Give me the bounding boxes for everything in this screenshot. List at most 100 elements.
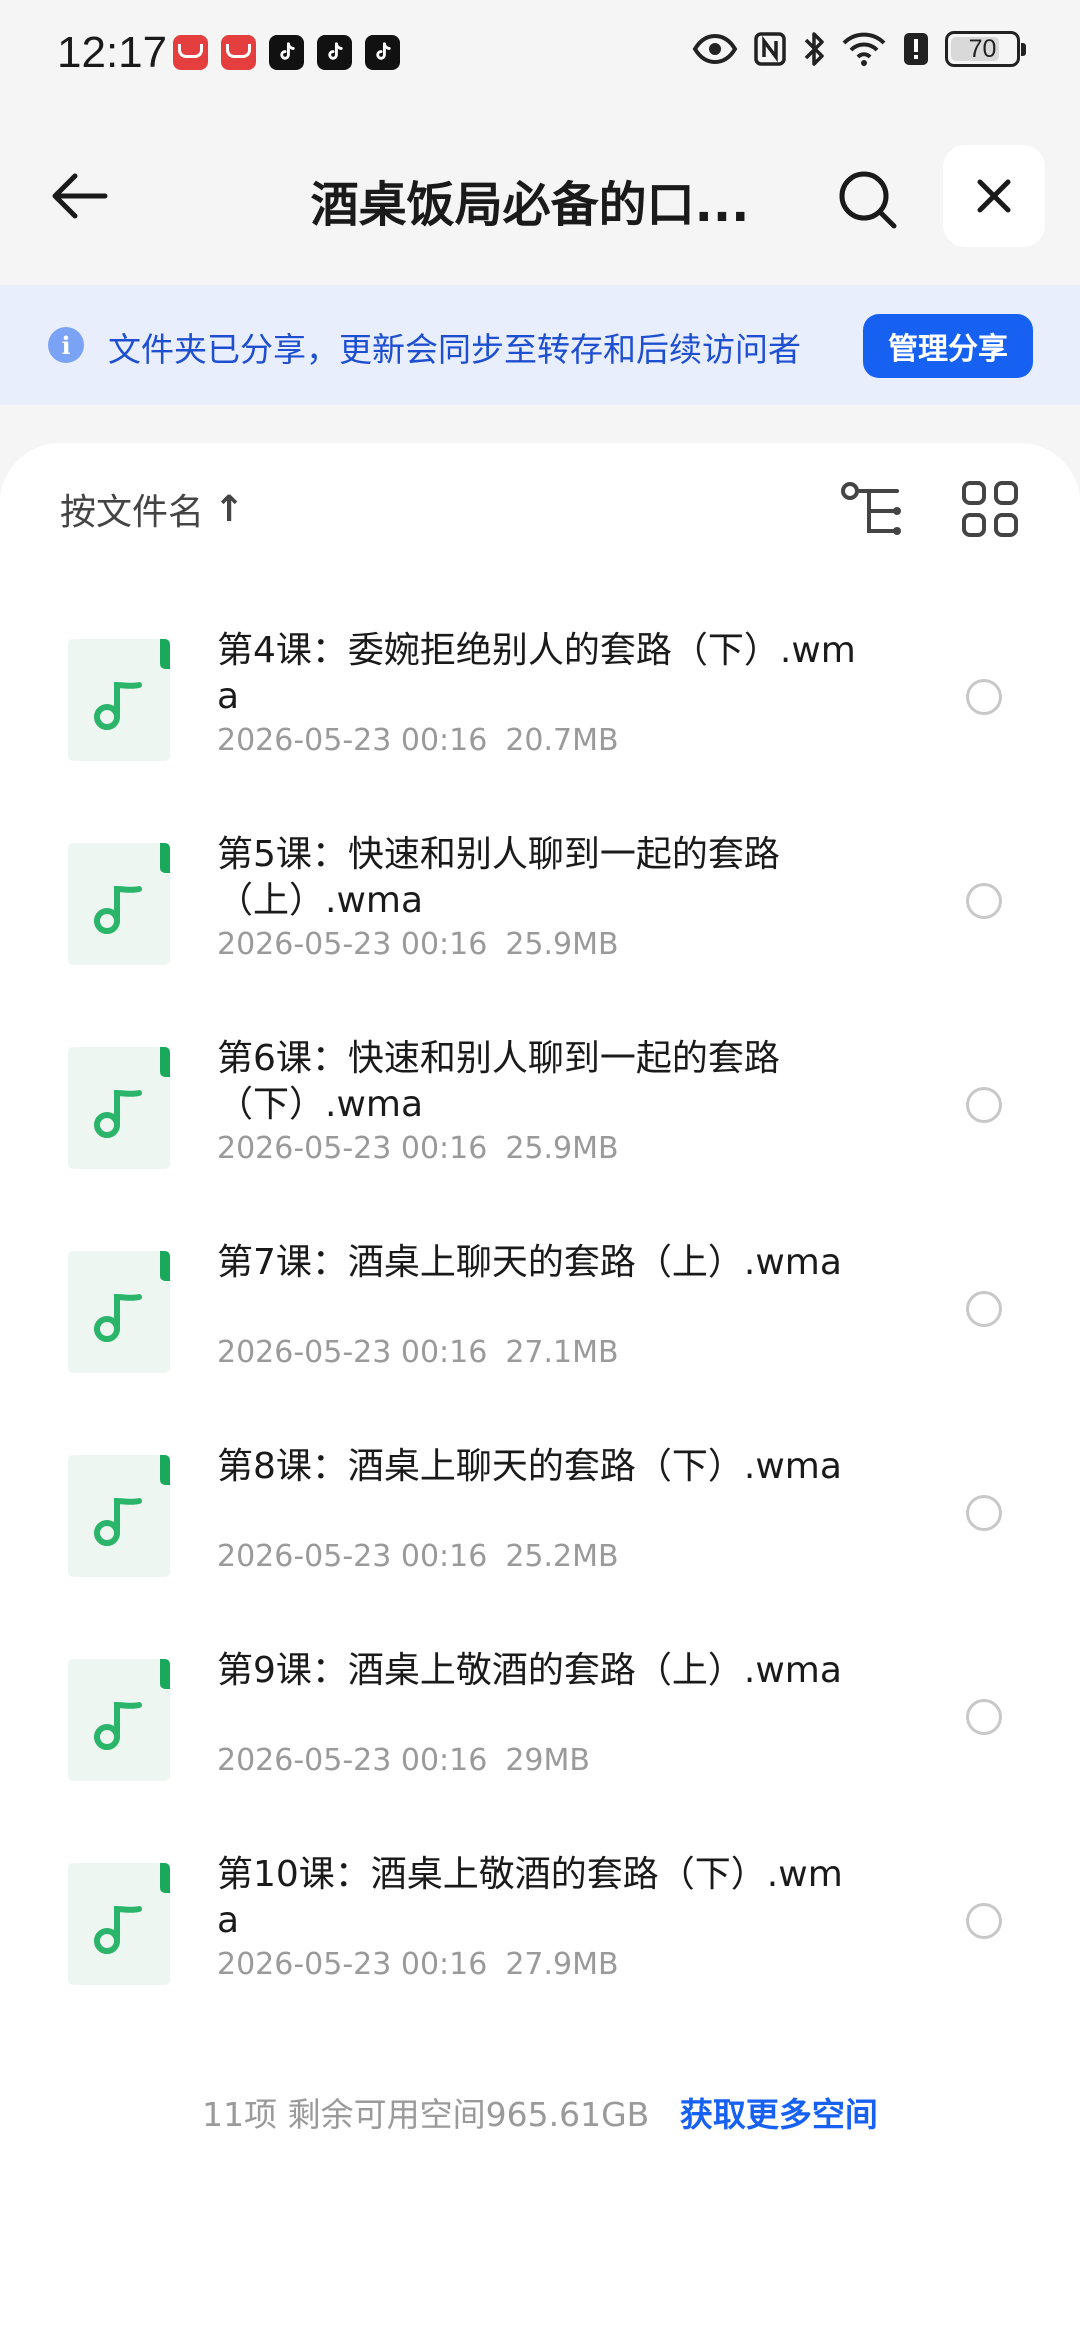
- file-row[interactable]: 第8课：酒桌上聊天的套路（下）.wma 2026-05-23 00:16 25.2M…: [0, 1426, 1080, 1630]
- file-row[interactable]: 第5课：快速和别人聊到一起的套路（上）.wma 2026-05-23 00:16 2…: [0, 814, 1080, 1018]
- file-name: 第5课：快速和别人聊到一起的套路（上）.wma: [217, 834, 780, 921]
- grid-view-button[interactable]: [962, 481, 1018, 537]
- file-size: 25.9MB: [505, 927, 619, 962]
- select-radio[interactable]: [966, 1699, 1002, 1735]
- file-row[interactable]: 第9课：酒桌上敬酒的套路（上）.wma 2026-05-23 00:16 29MB: [0, 1630, 1080, 1834]
- file-date: 2026-05-23 00:16: [217, 1335, 488, 1370]
- file-size: 29MB: [505, 1743, 590, 1778]
- sort-label: 按文件名: [60, 492, 205, 533]
- tree-view-button[interactable]: [838, 481, 904, 541]
- close-button[interactable]: [943, 145, 1045, 247]
- page-title: 酒桌饭局必备的口...: [310, 177, 750, 233]
- file-list: 第4课：委婉拒绝别人的套路（下）.wma 2026-05-23 00:16 20.7…: [0, 610, 1080, 2038]
- file-name: 第4课：委婉拒绝别人的套路（下）.wma: [217, 630, 856, 717]
- file-meta: 2026-05-23 00:16 29MB: [217, 1743, 590, 1778]
- file-meta: 2026-05-23 00:16 27.9MB: [217, 1947, 619, 1982]
- file-meta: 2026-05-23 00:16 25.2MB: [217, 1539, 619, 1574]
- file-date: 2026-05-23 00:16: [217, 1743, 488, 1778]
- arrow-left-icon: [52, 173, 108, 219]
- audio-file-icon: [68, 1047, 170, 1169]
- file-name: 第10课：酒桌上敬酒的套路（下）.wma: [217, 1854, 843, 1941]
- huawei-app-icon: [221, 35, 256, 70]
- eye-icon: [692, 33, 738, 65]
- nfc-icon: [754, 32, 786, 66]
- file-row[interactable]: 第10课：酒桌上敬酒的套路（下）.wma 2026-05-23 00:16 27.9…: [0, 1834, 1080, 2038]
- sort-button[interactable]: 按文件名 ↑: [60, 483, 244, 535]
- back-button[interactable]: [43, 160, 115, 232]
- battery-level: 70: [968, 34, 997, 63]
- share-banner-text: 文件夹已分享，更新会同步至转存和后续访问者: [108, 330, 801, 369]
- manage-share-button[interactable]: 管理分享: [863, 314, 1033, 378]
- file-meta: 2026-05-23 00:16 25.9MB: [217, 927, 619, 962]
- file-name: 第8课：酒桌上聊天的套路（下）.wma: [217, 1446, 842, 1487]
- select-radio[interactable]: [966, 679, 1002, 715]
- header: 酒桌饭局必备的口...: [0, 140, 1080, 250]
- tree-view-icon: [841, 482, 901, 535]
- screen: 12:17 70 酒桌饭局必备的口... i 文件夹已分享，更新会同步至转存和后…: [0, 0, 1080, 2340]
- music-note-icon: [94, 1293, 142, 1342]
- file-size: 27.1MB: [505, 1335, 619, 1370]
- music-note-icon: [94, 681, 142, 730]
- get-more-space-link[interactable]: 获取更多空间: [680, 2095, 878, 2134]
- file-row[interactable]: 第7课：酒桌上聊天的套路（上）.wma 2026-05-23 00:16 27.1M…: [0, 1222, 1080, 1426]
- file-row[interactable]: 第6课：快速和别人聊到一起的套路（下）.wma 2026-05-23 00:16 2…: [0, 1018, 1080, 1222]
- wifi-icon: [842, 32, 886, 66]
- file-name: 第6课：快速和别人聊到一起的套路（下）.wma: [217, 1038, 780, 1125]
- system-icons: 70: [692, 30, 1026, 68]
- music-note-icon: [94, 885, 142, 934]
- status-time: 12:17: [57, 28, 168, 77]
- file-name: 第7课：酒桌上聊天的套路（上）.wma: [217, 1242, 842, 1283]
- info-icon: i: [48, 327, 84, 363]
- search-icon: [839, 171, 897, 229]
- grid-cell: [962, 481, 986, 505]
- storage-footer: 11项 剩余可用空间965.61GB 获取更多空间: [0, 2088, 1080, 2136]
- audio-file-icon: [68, 1659, 170, 1781]
- select-radio[interactable]: [966, 1903, 1002, 1939]
- select-radio[interactable]: [966, 1291, 1002, 1327]
- battery-icon: 70: [945, 31, 1026, 67]
- file-size: 25.2MB: [505, 1539, 619, 1574]
- grid-cell: [962, 513, 986, 537]
- file-row[interactable]: 第4课：委婉拒绝别人的套路（下）.wma 2026-05-23 00:16 20.7…: [0, 610, 1080, 814]
- audio-file-icon: [68, 1455, 170, 1577]
- file-meta: 2026-05-23 00:16 27.1MB: [217, 1335, 619, 1370]
- grid-cell: [994, 481, 1018, 505]
- top-area: 12:17 70 酒桌饭局必备的口...: [0, 0, 1080, 285]
- file-date: 2026-05-23 00:16: [217, 927, 488, 962]
- file-date: 2026-05-23 00:16: [217, 1947, 488, 1982]
- select-radio[interactable]: [966, 883, 1002, 919]
- music-note-icon: [94, 1701, 142, 1750]
- storage-info: 11项 剩余可用空间965.61GB: [202, 2095, 650, 2134]
- close-icon: [977, 179, 1011, 213]
- music-note-icon: [94, 1905, 142, 1954]
- file-size: 27.9MB: [505, 1947, 619, 1982]
- file-size: 20.7MB: [505, 723, 619, 758]
- audio-file-icon: [68, 1251, 170, 1373]
- tiktok-icon: [317, 35, 352, 70]
- file-panel: 按文件名 ↑ 第4课：委婉拒绝别人的套路（下）.wma 2026-05-23 00…: [0, 405, 1080, 2340]
- file-size: 25.9MB: [505, 1131, 619, 1166]
- share-banner: i 文件夹已分享，更新会同步至转存和后续访问者 管理分享: [0, 285, 1080, 405]
- huawei-app-icon: [173, 35, 208, 70]
- tiktok-icon: [365, 35, 400, 70]
- file-date: 2026-05-23 00:16: [217, 1131, 488, 1166]
- bluetooth-icon: [804, 32, 824, 66]
- grid-cell: [994, 513, 1018, 537]
- tiktok-icon: [269, 35, 304, 70]
- file-date: 2026-05-23 00:16: [217, 723, 488, 758]
- search-button[interactable]: [833, 165, 903, 235]
- file-meta: 2026-05-23 00:16 25.9MB: [217, 1131, 619, 1166]
- sort-toolbar: 按文件名 ↑: [0, 443, 1080, 573]
- select-radio[interactable]: [966, 1495, 1002, 1531]
- file-name: 第9课：酒桌上敬酒的套路（上）.wma: [217, 1650, 842, 1691]
- select-radio[interactable]: [966, 1087, 1002, 1123]
- file-panel-card: 按文件名 ↑ 第4课：委婉拒绝别人的套路（下）.wma 2026-05-23 00…: [0, 443, 1080, 2340]
- audio-file-icon: [68, 639, 170, 761]
- status-bar: 12:17 70: [0, 0, 1080, 105]
- file-meta: 2026-05-23 00:16 20.7MB: [217, 723, 619, 758]
- audio-file-icon: [68, 843, 170, 965]
- alert-icon: [904, 33, 928, 65]
- file-date: 2026-05-23 00:16: [217, 1539, 488, 1574]
- notification-icons: [173, 35, 400, 70]
- music-note-icon: [94, 1089, 142, 1138]
